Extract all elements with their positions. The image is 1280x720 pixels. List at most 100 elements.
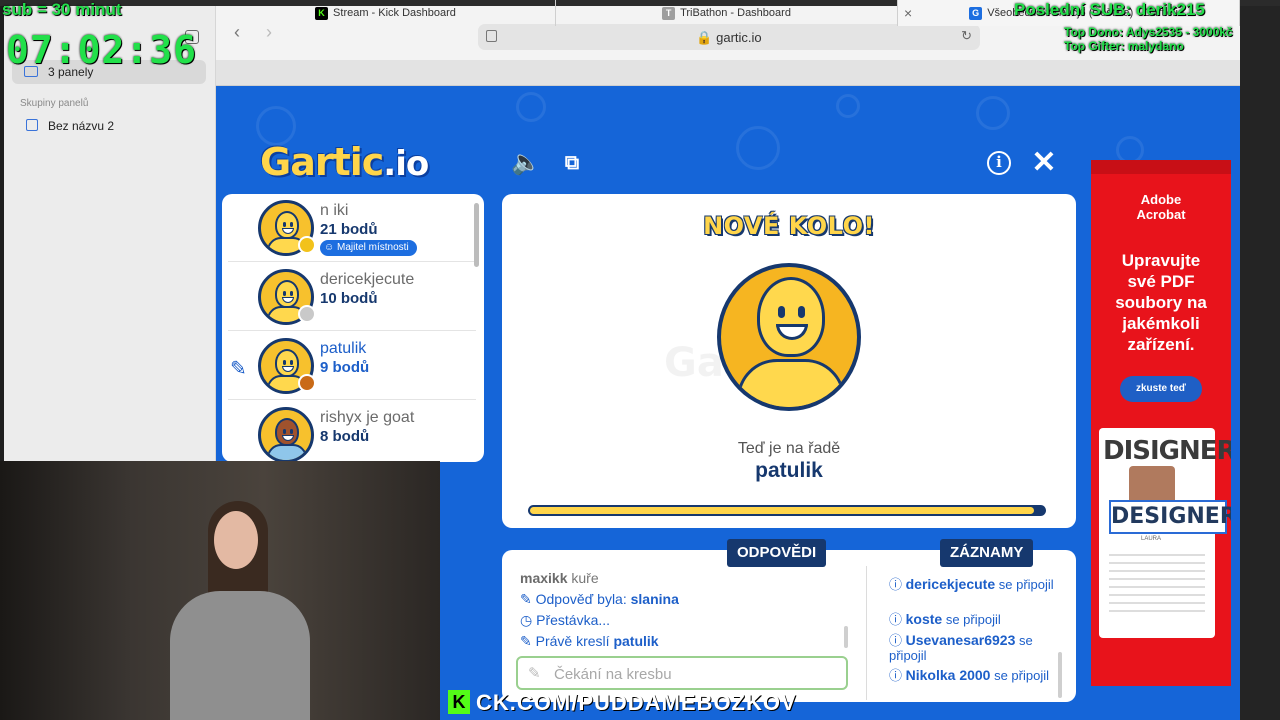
close-icon[interactable]: ✕ <box>1028 148 1060 180</box>
last-sub-text: Poslední SUB: derik215 <box>1014 0 1205 19</box>
answer-user: maxikk <box>520 570 568 586</box>
answers-tab[interactable]: ODPOVĚDI <box>727 539 827 567</box>
kick-channel-url: CK.COM/PUDDAMEBOZKOV <box>476 690 797 715</box>
top-gifter-text: Top Gifter: malydano <box>1064 39 1184 53</box>
log-user: Usevanesar6923 <box>905 632 1016 648</box>
player-name: dericekjecute <box>320 271 415 288</box>
log-scrollbar[interactable] <box>1058 652 1062 698</box>
ad-copy: Upravujte své PDF soubory na jakémkoli z… <box>1091 250 1231 355</box>
player-name: rishyx je goat <box>320 409 415 426</box>
log-text: se připojil <box>998 577 1054 592</box>
ad-choices-bar[interactable] <box>1091 160 1231 174</box>
ad-card-title: DISIGNER <box>1103 436 1231 466</box>
player-name: n iki <box>320 202 349 219</box>
ad-brand: Adobe Acrobat <box>1091 192 1231 222</box>
info-icon[interactable]: i <box>987 151 1011 175</box>
log-text: se připojil <box>945 612 1001 627</box>
ad-brand-line: Adobe <box>1140 192 1182 207</box>
share-icon[interactable]: ⧉ <box>556 148 588 180</box>
player-points: 9 bodů <box>320 359 370 376</box>
guess-placeholder: Čekání na kresbu <box>554 666 672 683</box>
tab-label: TriBathon - Dashboard <box>680 7 791 19</box>
player-list: n iki 21 bodů ☺ Majitel místnosti derice… <box>222 194 484 462</box>
round-timer-bar <box>528 505 1046 516</box>
panel-divider <box>866 566 867 700</box>
answer-line: ◷ Přestávka... <box>520 612 611 628</box>
url-text: 🔒 gartic.io <box>696 30 762 45</box>
ad-card-subtitle: LAURA <box>1141 536 1162 542</box>
tab-kick-dashboard[interactable]: K Stream - Kick Dashboard <box>216 0 556 26</box>
player-row[interactable]: n iki 21 bodů ☺ Majitel místnosti <box>228 194 476 262</box>
turn-player-name: patulik <box>755 459 823 482</box>
answer-text: kuře <box>571 570 599 586</box>
desktop-edge <box>1240 6 1280 720</box>
status-dot <box>298 236 316 254</box>
tab-label: Stream - Kick Dashboard <box>333 7 456 19</box>
sidebar-item-tab-group[interactable]: Bez názvu 2 <box>24 116 204 136</box>
player-points: 21 bodů <box>320 221 378 238</box>
ad-document-preview: DISIGNER DESIGNER LAURA <box>1099 428 1231 638</box>
sidebar-section-title: Skupiny panelů <box>20 98 89 109</box>
url-value: gartic.io <box>716 30 762 45</box>
guess-input[interactable]: ✎ Čekání na kresbu <box>516 656 848 690</box>
current-drawer-avatar <box>717 263 861 411</box>
log-user: dericekjecute <box>905 576 996 592</box>
answer-value: slanina <box>630 591 679 607</box>
answers-scrollbar[interactable] <box>844 626 848 648</box>
status-dot <box>298 305 316 323</box>
player-row-drawing[interactable]: ✎ patulik 9 bodů <box>228 332 476 400</box>
log-line: ⓘ Usevanesar6923 se připojil <box>889 632 1033 664</box>
player-list-scrollbar[interactable] <box>474 203 479 267</box>
ad-text-lines <box>1109 548 1205 618</box>
round-timer-fill <box>530 507 1034 514</box>
log-line: ⓘ Nikolka 2000 se připojil <box>889 667 1050 684</box>
badge-label: Majitel místnosti <box>337 242 409 253</box>
gartic-favicon-icon: G <box>969 6 983 20</box>
sub-rule-text: sub = 30 minut <box>2 0 122 19</box>
gartic-logo: Gartic.io <box>260 140 429 184</box>
ad-brand-line: Acrobat <box>1136 207 1186 222</box>
log-line: ⓘ koste se připojil <box>889 611 1001 628</box>
room-owner-badge: ☺ Majitel místnosti <box>320 240 417 256</box>
tab-strip <box>216 60 1240 86</box>
player-points: 8 bodů <box>320 428 370 445</box>
webcam-feed <box>0 461 440 720</box>
player-row[interactable]: dericekjecute 10 bodů <box>228 263 476 331</box>
player-points: 10 bodů <box>320 290 378 307</box>
tab-group-icon <box>26 119 38 131</box>
log-tab[interactable]: ZÁZNAMY <box>940 539 1034 567</box>
sidebar-group-label: Bez názvu 2 <box>48 119 115 133</box>
tab-tribathon-dashboard[interactable]: T TriBathon - Dashboard <box>556 0 898 26</box>
kick-channel-banner: K CK.COM/PUDDAMEBOZKOV <box>440 686 840 720</box>
answer-line: ✎ Právě kreslí patulik <box>520 633 659 649</box>
pencil-icon: ✎ <box>230 358 247 380</box>
log-line: ⓘ dericekjecute se připojil <box>889 576 1054 593</box>
reload-icon[interactable]: ↻ <box>961 28 972 44</box>
pencil-icon: ✎ <box>528 665 541 682</box>
close-tab-icon[interactable]: × <box>904 5 912 21</box>
kick-logo-icon: K <box>448 690 470 714</box>
top-donor-text: Top Dono: Adys2535 - 3000kč <box>1064 25 1233 39</box>
ad-copy-line: své PDF <box>1127 272 1195 291</box>
answer-value: patulik <box>613 633 659 649</box>
log-text: se připojil <box>994 668 1050 683</box>
new-round-title: NOVÉ KOLO! <box>703 212 875 240</box>
advertisement[interactable]: Adobe Acrobat Upravujte své PDF soubory n… <box>1091 160 1231 686</box>
answer-prefix: Odpověď byla: <box>535 591 627 607</box>
player-row[interactable]: rishyx je goat 8 bodů <box>228 401 476 462</box>
ad-copy-line: Upravujte <box>1121 251 1201 270</box>
ad-copy-line: jakémkoli <box>1122 314 1200 333</box>
ad-copy-line: zařízení. <box>1127 335 1195 354</box>
answer-text: Přestávka... <box>536 612 611 628</box>
address-bar[interactable]: 🔒 gartic.io ↻ <box>478 24 980 50</box>
answer-line: maxikk kuře <box>520 570 599 586</box>
turn-label: Teď je na řadě <box>737 440 841 457</box>
log-user: Nikolka 2000 <box>905 667 991 683</box>
log-user: koste <box>905 611 943 627</box>
logo-suffix: .io <box>383 144 429 184</box>
logo-text: Gartic <box>260 140 384 184</box>
ad-cta-button[interactable]: zkuste teď <box>1120 376 1202 402</box>
answer-prefix: Právě kreslí <box>535 633 610 649</box>
subathon-timer: 07:02:36 <box>6 28 198 72</box>
sound-icon[interactable]: 🔈 <box>510 148 542 180</box>
